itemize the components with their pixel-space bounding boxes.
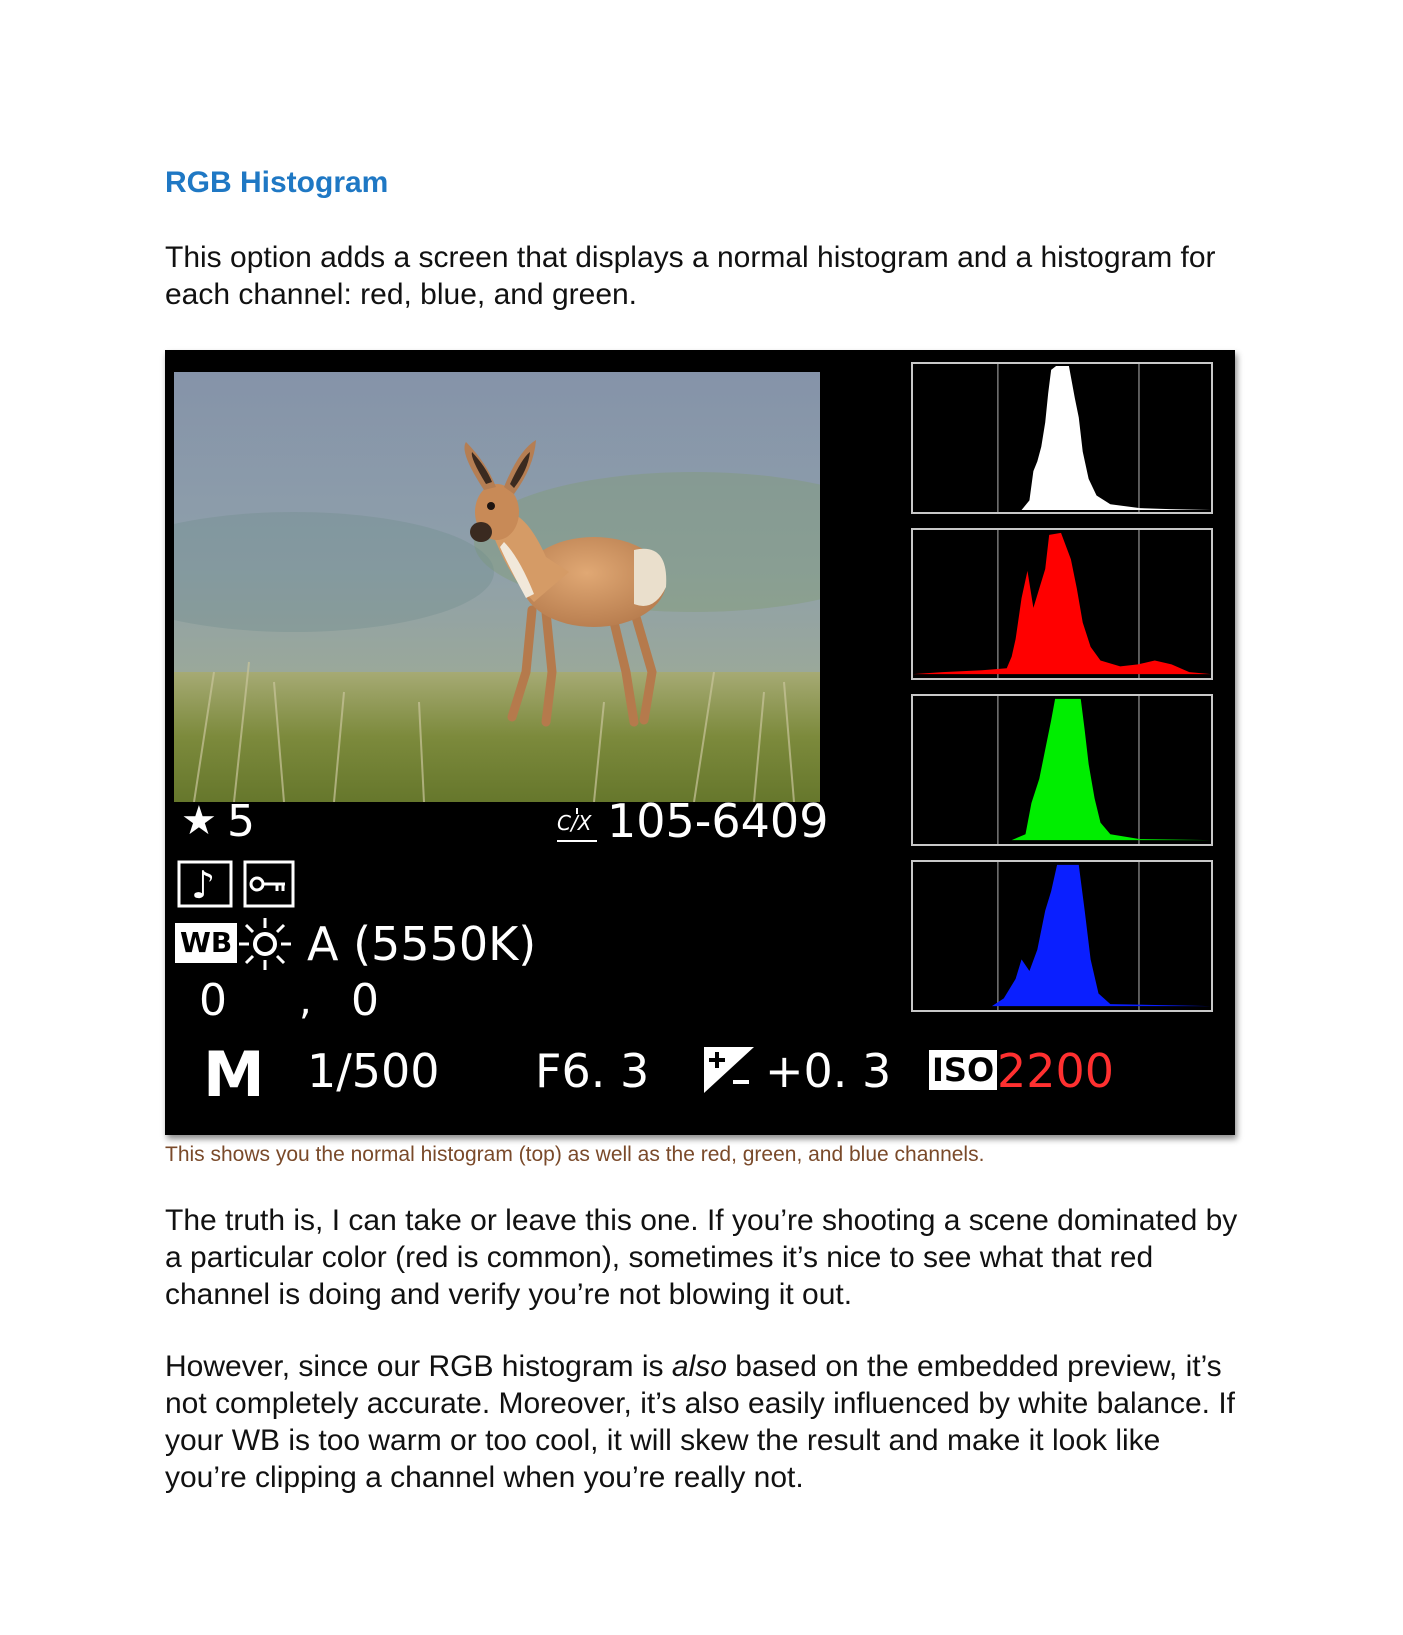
folder-file-icon: C/X [557, 806, 599, 842]
rating-star-icon: ★ [181, 798, 217, 844]
protect-music-icon: ♪ [177, 858, 297, 914]
iso-label-badge: ISO [929, 1050, 998, 1090]
wb-shift-b: 0 [351, 975, 379, 1026]
exposure-comp-icon [703, 1046, 755, 1098]
histogram-brightness [911, 362, 1213, 514]
preview-photo [174, 372, 820, 802]
shooting-mode: M [203, 1038, 265, 1111]
body-paragraph-1: The truth is, I can take or leave this o… [165, 1204, 1238, 1311]
rating-value: 5 [227, 796, 255, 847]
section-heading: RGB Histogram [165, 166, 389, 199]
wb-shift-separator: , [299, 978, 312, 1024]
wb-shift-a: 0 [199, 975, 227, 1026]
aperture-value: F6. 3 [535, 1044, 650, 1098]
p3-emphasis: also [671, 1350, 727, 1383]
iso-value: 2200 [997, 1044, 1115, 1098]
shutter-speed: 1/500 [307, 1044, 440, 1098]
p3-text-before: However, since our RGB histogram is [165, 1350, 672, 1383]
pronghorn-photo [174, 372, 820, 802]
wb-daylight-icon [235, 916, 295, 976]
svg-text:♪: ♪ [191, 863, 215, 907]
file-number: 105-6409 [607, 794, 829, 848]
histogram-red [911, 528, 1213, 680]
figure-caption: This shows you the normal histogram (top… [165, 1143, 985, 1166]
svg-text:C/X: C/X [557, 811, 593, 835]
intro-paragraph: This option adds a screen that displays … [165, 241, 1216, 311]
wb-label-badge: WB [175, 923, 238, 963]
camera-playback-screen: ★ 5 C/X 105-6409 ♪ WB A (5550K) 0 , 0 M … [165, 350, 1235, 1135]
wb-setting: A (5550K) [307, 917, 537, 971]
histogram-blue [911, 860, 1213, 1012]
exposure-comp-value: +0. 3 [765, 1044, 892, 1098]
histogram-green [911, 694, 1213, 846]
body-paragraph-2: However, since our RGB histogram is also… [165, 1348, 1245, 1496]
